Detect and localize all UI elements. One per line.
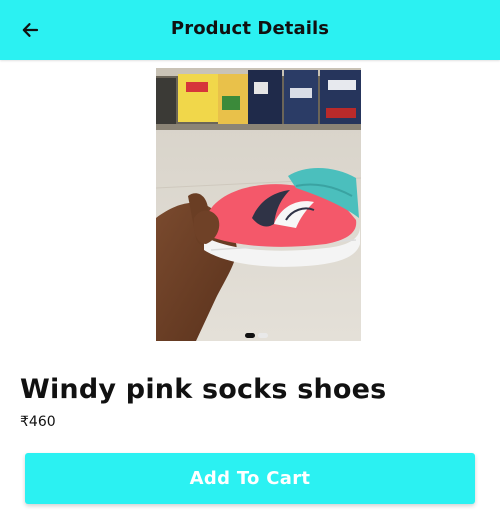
app-bar: Product Details (0, 0, 500, 60)
carousel-dot[interactable] (258, 333, 268, 338)
carousel-indicator (245, 333, 268, 338)
product-image (156, 68, 361, 341)
product-name: Windy pink socks shoes (20, 374, 387, 405)
product-price: ₹460 (20, 414, 56, 430)
product-image-carousel[interactable] (156, 68, 361, 341)
product-details-screen: Product Details Windy pink socks shoes ₹… (0, 0, 500, 518)
page-title: Product Details (170, 18, 330, 39)
add-to-cart-label: Add To Cart (189, 468, 311, 489)
carousel-dot-active[interactable] (245, 333, 255, 338)
add-to-cart-button[interactable]: Add To Cart (25, 453, 475, 504)
